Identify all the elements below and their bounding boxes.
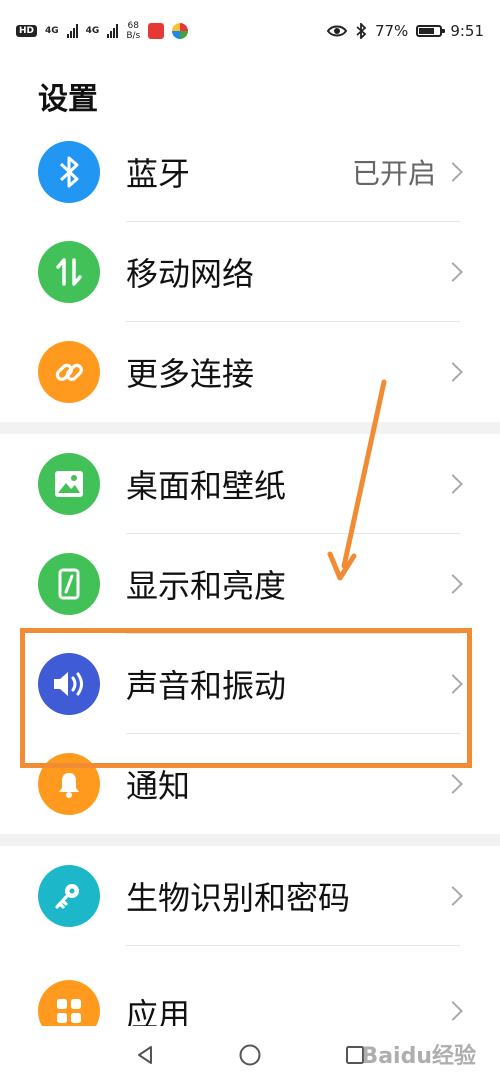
signal-icon-2: [107, 24, 119, 38]
clock: 9:51: [450, 22, 484, 40]
group-separator: [0, 834, 500, 846]
chevron-right-icon: [443, 774, 463, 794]
chevron-right-icon: [443, 362, 463, 382]
network-speed-value: 68: [127, 21, 139, 31]
notification-app-icon-2: [172, 23, 189, 39]
notification-app-icon: [148, 23, 165, 39]
settings-list: 蓝牙 已开启 移动网络 更多连接 桌面和壁纸 显示和亮度 声音和振动 通知 生物…: [0, 122, 500, 1042]
status-left: HD 4G 4G 68 B/s: [16, 21, 327, 41]
chevron-right-icon: [443, 886, 463, 906]
phone-brightness-icon: [38, 553, 100, 615]
settings-item-label: 移动网络: [126, 255, 255, 293]
network-speed: 68 B/s: [126, 21, 140, 41]
chevron-right-icon: [443, 1001, 463, 1021]
page-title: 设置: [38, 82, 98, 117]
signal-icon-1: [66, 24, 78, 38]
back-icon[interactable]: [134, 1044, 156, 1066]
key-icon: [38, 865, 100, 927]
image-icon: [38, 453, 100, 515]
bluetooth-icon: [38, 141, 100, 203]
group-separator: [0, 422, 500, 434]
settings-item-apps[interactable]: 应用: [0, 946, 500, 1042]
eye-icon: [326, 25, 347, 37]
home-icon[interactable]: [238, 1043, 262, 1067]
settings-item-label: 显示和亮度: [126, 567, 287, 605]
status-right: 77% 9:51: [326, 22, 484, 40]
highlight-box: [20, 628, 472, 768]
settings-item-bluetooth[interactable]: 蓝牙 已开启: [0, 122, 500, 222]
network-type-2: 4G: [85, 26, 100, 36]
watermark: Baidu经验: [361, 1044, 476, 1069]
settings-item-home-wallpaper[interactable]: 桌面和壁纸: [0, 434, 500, 534]
settings-item-biometrics-password[interactable]: 生物识别和密码: [0, 846, 500, 946]
chevron-right-icon: [443, 574, 463, 594]
settings-item-label: 蓝牙: [126, 155, 191, 193]
battery-icon: [416, 25, 446, 37]
network-speed-unit: B/s: [126, 31, 141, 41]
settings-item-display-brightness[interactable]: 显示和亮度: [0, 534, 500, 634]
hd-badge: HD: [16, 25, 38, 37]
settings-item-value: 已开启: [351, 157, 436, 190]
chevron-right-icon: [443, 262, 463, 282]
settings-item-label: 生物识别和密码: [126, 879, 351, 917]
status-bar: HD 4G 4G 68 B/s 77% 9:51: [0, 0, 500, 62]
network-type-1: 4G: [45, 26, 59, 36]
bluetooth-status-icon: [356, 23, 367, 39]
battery-percent: 77%: [374, 22, 409, 40]
chevron-right-icon: [443, 474, 463, 494]
settings-item-mobile-network[interactable]: 移动网络: [0, 222, 500, 322]
settings-item-label: 桌面和壁纸: [126, 467, 287, 505]
battery-fill: [419, 28, 435, 34]
chevron-right-icon: [443, 162, 463, 182]
settings-item-label: 更多连接: [126, 355, 255, 393]
link-icon: [38, 341, 100, 403]
settings-item-more-connections[interactable]: 更多连接: [0, 322, 500, 422]
mobile-data-icon: [38, 241, 100, 303]
